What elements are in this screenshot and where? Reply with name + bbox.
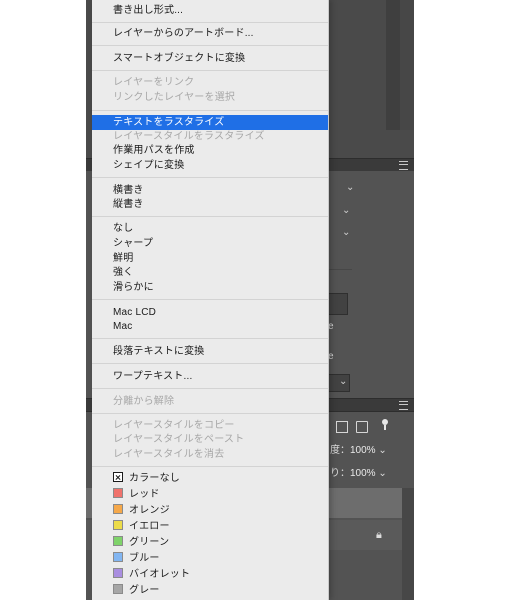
menu-item-rasterize-type[interactable]: テキストをラスタライズ [92, 115, 328, 130]
green-swatch-icon [113, 536, 123, 546]
menu-separator [92, 299, 328, 300]
chevron-down-icon[interactable]: ⌄ [378, 468, 386, 479]
menu-separator [92, 466, 328, 467]
menu-item-warp-text[interactable]: ワープテキスト... [92, 369, 328, 384]
opacity-value[interactable]: 100% [350, 445, 376, 456]
menu-item-antialias-crisp[interactable]: 鮮明 [92, 251, 328, 266]
blue-swatch-icon [113, 552, 123, 562]
chevron-down-icon[interactable]: ⌄ [378, 445, 386, 456]
color-label: カラーなし [129, 473, 180, 484]
layer-context-menu: 書き出し形式... レイヤーからのアートボード... スマートオブジェクトに変換… [92, 0, 328, 600]
menu-separator [92, 388, 328, 389]
lock-artboard-icon[interactable] [356, 421, 368, 433]
fill-control[interactable]: り：100% ⌄ [330, 467, 387, 481]
orange-swatch-icon [113, 504, 123, 514]
menu-item-antialias-none[interactable]: なし [92, 221, 328, 236]
menu-item-mac[interactable]: Mac [92, 319, 328, 334]
panel-menu-icon[interactable] [399, 401, 408, 410]
menu-separator [92, 363, 328, 364]
menu-item-antialias-strong[interactable]: 強く [92, 265, 328, 280]
menu-item-horizontal[interactable]: 横書き [92, 183, 328, 198]
menu-item-select-linked-layers[interactable]: リンクしたレイヤーを選択 [92, 90, 328, 105]
opacity-label: 度： [330, 445, 350, 456]
yellow-swatch-icon [113, 520, 123, 530]
menu-item-vertical[interactable]: 縦書き [92, 197, 328, 212]
menu-item-release-from-isolation[interactable]: 分離から解除 [92, 394, 328, 409]
no-color-swatch-icon [113, 472, 123, 482]
text-fragment: e [328, 321, 334, 332]
menu-item-color-none[interactable]: カラーなし [92, 471, 328, 486]
artboard-icon[interactable] [336, 421, 348, 433]
lock-icon: 🔒︎ [376, 529, 382, 541]
menu-separator [92, 338, 328, 339]
layers-scrollbar[interactable] [402, 488, 414, 600]
chevron-down-icon[interactable]: ⌄ [342, 206, 350, 216]
top-panel-content [386, 0, 400, 130]
menu-item-color-green[interactable]: グリーン [92, 535, 328, 550]
color-label: レッド [129, 489, 160, 500]
gray-swatch-icon [113, 584, 123, 594]
violet-swatch-icon [113, 568, 123, 578]
lock-all-icon-stem [384, 425, 386, 430]
text-fragment: e [328, 351, 334, 362]
menu-item-color-gray[interactable]: グレー [92, 583, 328, 598]
antialias-dropdown[interactable]: ⌄ [328, 374, 350, 392]
chevron-down-icon[interactable]: ⌄ [346, 183, 354, 193]
color-field[interactable] [328, 293, 348, 315]
color-label: グレー [129, 585, 160, 596]
top-panel-scrollbar[interactable] [400, 0, 414, 130]
menu-item-artboard-from-layers[interactable]: レイヤーからのアートボード... [92, 26, 328, 41]
menu-item-color-blue[interactable]: ブルー [92, 551, 328, 566]
fill-value[interactable]: 100% [350, 468, 376, 479]
color-label: オレンジ [129, 505, 170, 516]
menu-item-color-violet[interactable]: バイオレット [92, 567, 328, 582]
menu-item-antialias-sharp[interactable]: シャープ [92, 236, 328, 251]
menu-item-convert-to-shape[interactable]: シェイプに変換 [92, 158, 328, 173]
divider [328, 269, 352, 270]
menu-item-color-yellow[interactable]: イエロー [92, 519, 328, 534]
menu-separator [92, 45, 328, 46]
color-label: イエロー [129, 521, 170, 532]
fill-label: り： [330, 468, 350, 479]
menu-item-export-as[interactable]: 書き出し形式... [92, 3, 328, 18]
color-label: グリーン [129, 537, 170, 548]
menu-item-link-layers[interactable]: レイヤーをリンク [92, 75, 328, 90]
menu-separator [92, 413, 328, 414]
menu-item-create-work-path[interactable]: 作業用パスを作成 [92, 143, 328, 158]
menu-item-paste-layer-style[interactable]: レイヤースタイルをペースト [92, 432, 328, 447]
panel-menu-icon[interactable] [399, 161, 408, 170]
menu-separator [92, 22, 328, 23]
menu-item-color-red[interactable]: レッド [92, 487, 328, 502]
menu-item-clear-layer-style[interactable]: レイヤースタイルを消去 [92, 447, 328, 462]
chevron-down-icon[interactable]: ⌄ [342, 228, 350, 238]
menu-item-convert-to-paragraph-text[interactable]: 段落テキストに変換 [92, 344, 328, 359]
menu-item-convert-to-smart-object[interactable]: スマートオブジェクトに変換 [92, 51, 328, 66]
menu-item-rasterize-layer-style[interactable]: レイヤースタイルをラスタライズ [92, 129, 328, 144]
opacity-control[interactable]: 度：100% ⌄ [330, 444, 387, 458]
chevron-down-icon: ⌄ [339, 376, 348, 387]
menu-separator [92, 110, 328, 111]
menu-item-antialias-smooth[interactable]: 滑らかに [92, 280, 328, 295]
menu-separator [92, 70, 328, 71]
menu-item-color-orange[interactable]: オレンジ [92, 503, 328, 518]
color-label: ブルー [129, 553, 160, 564]
menu-item-copy-layer-style[interactable]: レイヤースタイルをコピー [92, 418, 328, 433]
color-label: バイオレット [129, 569, 191, 580]
menu-item-mac-lcd[interactable]: Mac LCD [92, 305, 328, 320]
red-swatch-icon [113, 488, 123, 498]
menu-separator [92, 177, 328, 178]
menu-separator [92, 216, 328, 217]
